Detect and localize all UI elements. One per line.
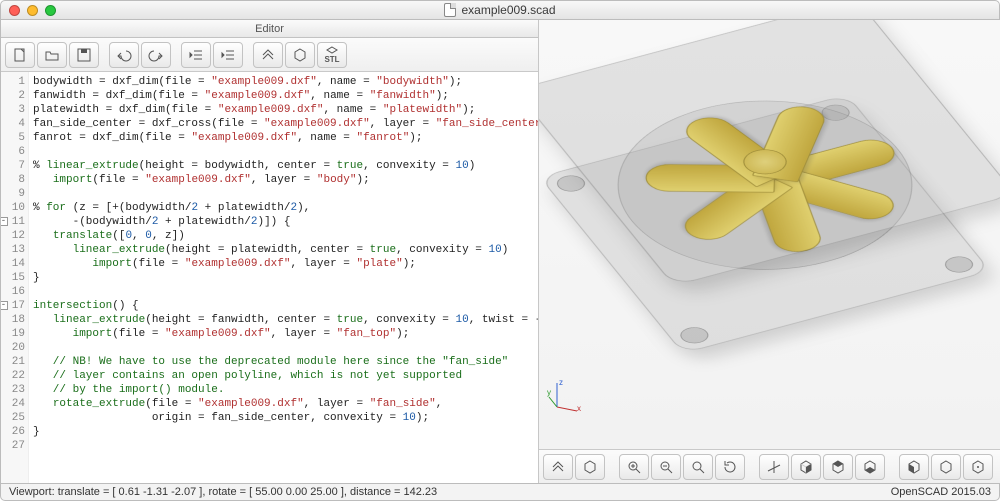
viewer-toolbar	[539, 449, 1000, 483]
view-left-button[interactable]	[899, 454, 929, 480]
app-window: example009.scad Editor STL	[0, 0, 1000, 501]
render-button[interactable]	[285, 42, 315, 68]
axes-gizmo: z x y	[547, 377, 583, 413]
zoom-in-button[interactable]	[619, 454, 649, 480]
titlebar[interactable]: example009.scad	[0, 0, 1000, 20]
view-bottom-button[interactable]	[855, 454, 885, 480]
viewport-status-text: Viewport: translate = [ 0.61 -1.31 -2.07…	[9, 486, 437, 498]
version-text: OpenSCAD 2015.03	[891, 486, 991, 498]
line-gutter: 1234567891011-121314151617-1819202122232…	[1, 72, 29, 483]
open-button[interactable]	[37, 42, 67, 68]
view-right-button[interactable]	[791, 454, 821, 480]
reset-view-button[interactable]	[715, 454, 745, 480]
document-icon	[444, 3, 456, 17]
window-title: example009.scad	[1, 3, 999, 17]
indent-button[interactable]	[213, 42, 243, 68]
window-title-text: example009.scad	[461, 3, 555, 17]
code-text[interactable]: bodywidth = dxf_dim(file = "example009.d…	[29, 72, 538, 483]
viewport-3d[interactable]: z x y	[539, 20, 1000, 449]
minimize-button[interactable]	[27, 5, 38, 16]
viewer-render-button[interactable]	[575, 454, 605, 480]
editor-toolbar: STL	[1, 38, 538, 72]
window-controls	[9, 5, 56, 16]
stl-label: STL	[324, 56, 339, 64]
viewer-preview-button[interactable]	[543, 454, 573, 480]
statusbar: Viewport: translate = [ 0.61 -1.31 -2.07…	[0, 483, 1000, 501]
export-stl-button[interactable]: STL	[317, 42, 347, 68]
zoom-button[interactable]	[45, 5, 56, 16]
zoom-fit-button[interactable]	[683, 454, 713, 480]
zoom-out-button[interactable]	[651, 454, 681, 480]
view-front-button[interactable]	[931, 454, 961, 480]
unindent-button[interactable]	[181, 42, 211, 68]
code-editor[interactable]: 1234567891011-121314151617-1819202122232…	[1, 72, 538, 483]
model-preview	[539, 94, 991, 353]
new-button[interactable]	[5, 42, 35, 68]
editor-pane: Editor STL 12345678910	[1, 20, 539, 483]
svg-text:y: y	[547, 388, 551, 397]
preview-button[interactable]	[253, 42, 283, 68]
svg-text:z: z	[559, 378, 563, 387]
editor-pane-title: Editor	[1, 20, 538, 38]
svg-text:x: x	[577, 404, 581, 413]
view-back-button[interactable]	[963, 454, 993, 480]
view-top-button[interactable]	[823, 454, 853, 480]
undo-button[interactable]	[109, 42, 139, 68]
viewer-pane: z x y	[539, 20, 1000, 483]
redo-button[interactable]	[141, 42, 171, 68]
save-button[interactable]	[69, 42, 99, 68]
close-button[interactable]	[9, 5, 20, 16]
toggle-axes-button[interactable]	[759, 454, 789, 480]
